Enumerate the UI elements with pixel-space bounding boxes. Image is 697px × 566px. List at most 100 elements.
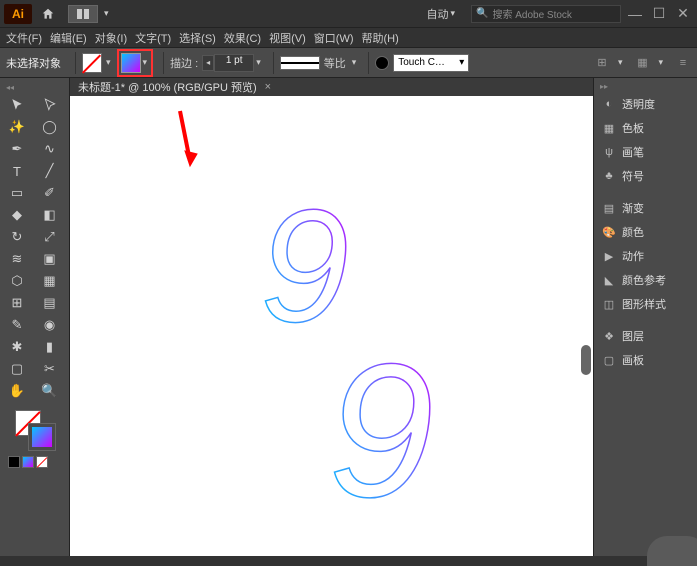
artboard-tool[interactable]: ▢	[2, 358, 32, 380]
colorguide-icon: ◣	[602, 273, 616, 287]
close-button[interactable]: ✕	[673, 5, 693, 23]
paintbrush-tool[interactable]: ✐	[35, 182, 65, 204]
hand-tool[interactable]: ✋	[2, 380, 32, 402]
panel-layers[interactable]: ❖图层	[594, 324, 697, 348]
panel-brushes[interactable]: ψ画笔	[594, 140, 697, 164]
shaper-tool[interactable]: ◆	[2, 204, 32, 226]
maximize-button[interactable]: ☐	[649, 5, 669, 23]
svg-text:9: 9	[260, 191, 349, 355]
perspective-grid-tool[interactable]: ▦	[35, 270, 65, 292]
menu-effect[interactable]: 效果(C)	[224, 30, 261, 46]
panel-color[interactable]: 🎨颜色	[594, 220, 697, 244]
align-icon[interactable]: ⊞	[594, 55, 610, 71]
pen-tool[interactable]: ✒	[2, 138, 32, 160]
workspace-layout-button[interactable]	[68, 5, 98, 23]
eraser-tool[interactable]: ◧	[35, 204, 65, 226]
slice-tool[interactable]: ✂	[35, 358, 65, 380]
options-icon[interactable]: ≡	[675, 55, 691, 71]
auto-dropdown[interactable]: 自动 ▾	[426, 6, 461, 22]
scrollbar-thumb[interactable]	[581, 345, 591, 375]
touch-dropdown[interactable]: Touch C… ▾	[393, 54, 469, 72]
graphicstyles-icon: ◫	[602, 297, 616, 311]
search-input[interactable]: 🔍 搜索 Adobe Stock	[471, 5, 621, 23]
panel-graphicstyles[interactable]: ◫图形样式	[594, 292, 697, 316]
menu-bar: 文件(F) 编辑(E) 对象(I) 文字(T) 选择(S) 效果(C) 视图(V…	[0, 28, 697, 48]
minimize-button[interactable]: —	[625, 5, 645, 23]
panel-swatches[interactable]: ▦色板	[594, 116, 697, 140]
color-mode-gradient[interactable]	[22, 456, 34, 468]
menu-object[interactable]: 对象(I)	[95, 30, 127, 46]
direct-selection-tool[interactable]	[35, 94, 65, 116]
canvas[interactable]: 9 9	[70, 96, 593, 556]
menu-file[interactable]: 文件(F)	[6, 30, 42, 46]
panel-dock: ▸▸ ◐透明度 ▦色板 ψ画笔 ♣符号 ▤渐变 🎨颜色 ▶动作 ◣颜色参考 ◫图…	[593, 78, 697, 556]
gradient-icon: ▤	[602, 201, 616, 215]
fill-stroke-indicator[interactable]	[15, 410, 55, 450]
chevron-down-icon[interactable]: ▾	[104, 8, 109, 19]
blend-tool[interactable]: ◉	[35, 314, 65, 336]
panel-actions[interactable]: ▶动作	[594, 244, 697, 268]
menu-select[interactable]: 选择(S)	[179, 30, 216, 46]
transform-icon[interactable]: ▦	[634, 55, 650, 71]
home-icon[interactable]	[38, 4, 58, 24]
document-tab-strip: 未标题-1* @ 100% (RGB/GPU 预览) ×	[70, 78, 593, 96]
rectangle-tool[interactable]: ▭	[2, 182, 32, 204]
tool-panel: ◂◂ ✨ ◯ ✒ ∿ T ╱ ▭ ✐ ◆ ◧ ↻ ⤢ ≋ ▣ ⬡ ▦ ⊞ ▤ ✎…	[0, 78, 70, 556]
free-transform-tool[interactable]: ▣	[35, 248, 65, 270]
menu-window[interactable]: 窗口(W)	[314, 30, 354, 46]
panel-symbols[interactable]: ♣符号	[594, 164, 697, 188]
chevron-down-icon[interactable]: ▾	[143, 57, 148, 68]
zoom-tool[interactable]: 🔍	[35, 380, 65, 402]
eyedropper-tool[interactable]: ✎	[2, 314, 32, 336]
scale-tool[interactable]: ⤢	[35, 226, 65, 248]
panel-artboards[interactable]: ▢画板	[594, 348, 697, 372]
column-graph-tool[interactable]: ▮	[35, 336, 65, 358]
close-tab-icon[interactable]: ×	[265, 81, 271, 93]
menu-help[interactable]: 帮助(H)	[362, 30, 399, 46]
lasso-tool[interactable]: ◯	[35, 116, 65, 138]
menu-view[interactable]: 视图(V)	[269, 30, 306, 46]
stroke-profile-swatch[interactable]	[280, 56, 320, 70]
color-mode-none[interactable]	[36, 456, 48, 468]
color-mode-solid[interactable]	[8, 456, 20, 468]
menu-type[interactable]: 文字(T)	[135, 30, 171, 46]
artwork-glyph-2[interactable]: 9	[308, 341, 488, 541]
chevron-down-icon[interactable]: ▾	[618, 57, 623, 68]
annotation-arrow-icon	[175, 106, 205, 189]
shape-builder-tool[interactable]: ⬡	[2, 270, 32, 292]
symbol-sprayer-tool[interactable]: ✱	[2, 336, 32, 358]
brushes-icon: ψ	[602, 145, 616, 159]
menu-edit[interactable]: 编辑(E)	[50, 30, 87, 46]
fill-swatch-none[interactable]	[82, 53, 102, 73]
rotate-tool[interactable]: ↻	[2, 226, 32, 248]
document-tab[interactable]: 未标题-1* @ 100% (RGB/GPU 预览)	[78, 79, 257, 95]
type-tool[interactable]: T	[2, 160, 32, 182]
panel-bubble	[647, 536, 697, 566]
touch-label: Touch C…	[398, 57, 445, 68]
chevron-down-icon[interactable]: ▾	[658, 57, 663, 68]
width-tool[interactable]: ≋	[2, 248, 32, 270]
magic-wand-tool[interactable]: ✨	[2, 116, 32, 138]
panel-transparency[interactable]: ◐透明度	[594, 92, 697, 116]
stroke-color-swatch[interactable]	[29, 424, 55, 450]
chevron-down-icon[interactable]: ▾	[106, 57, 111, 68]
panel-gradient[interactable]: ▤渐变	[594, 196, 697, 220]
line-tool[interactable]: ╱	[35, 160, 65, 182]
selection-status: 未选择对象	[6, 55, 61, 71]
panel-handle-icon[interactable]: ▸▸	[594, 82, 697, 92]
curvature-tool[interactable]: ∿	[35, 138, 65, 160]
stroke-swatch-gradient[interactable]	[121, 53, 141, 73]
stroke-decrement[interactable]: ◂	[202, 55, 214, 71]
opacity-swatch[interactable]	[375, 56, 389, 70]
transparency-icon: ◐	[602, 97, 616, 111]
chevron-down-icon[interactable]: ▾	[352, 57, 357, 68]
gradient-tool[interactable]: ▤	[35, 292, 65, 314]
mesh-tool[interactable]: ⊞	[2, 292, 32, 314]
panel-colorguide[interactable]: ◣颜色参考	[594, 268, 697, 292]
stroke-weight-input[interactable]: 1 pt	[214, 54, 254, 72]
artwork-glyph-1[interactable]: 9	[240, 191, 390, 361]
panel-handle-icon[interactable]: ◂◂	[0, 82, 69, 92]
chevron-down-icon[interactable]: ▾	[256, 57, 261, 68]
stroke-swatch-highlight: ▾	[117, 49, 154, 77]
selection-tool[interactable]	[2, 94, 32, 116]
